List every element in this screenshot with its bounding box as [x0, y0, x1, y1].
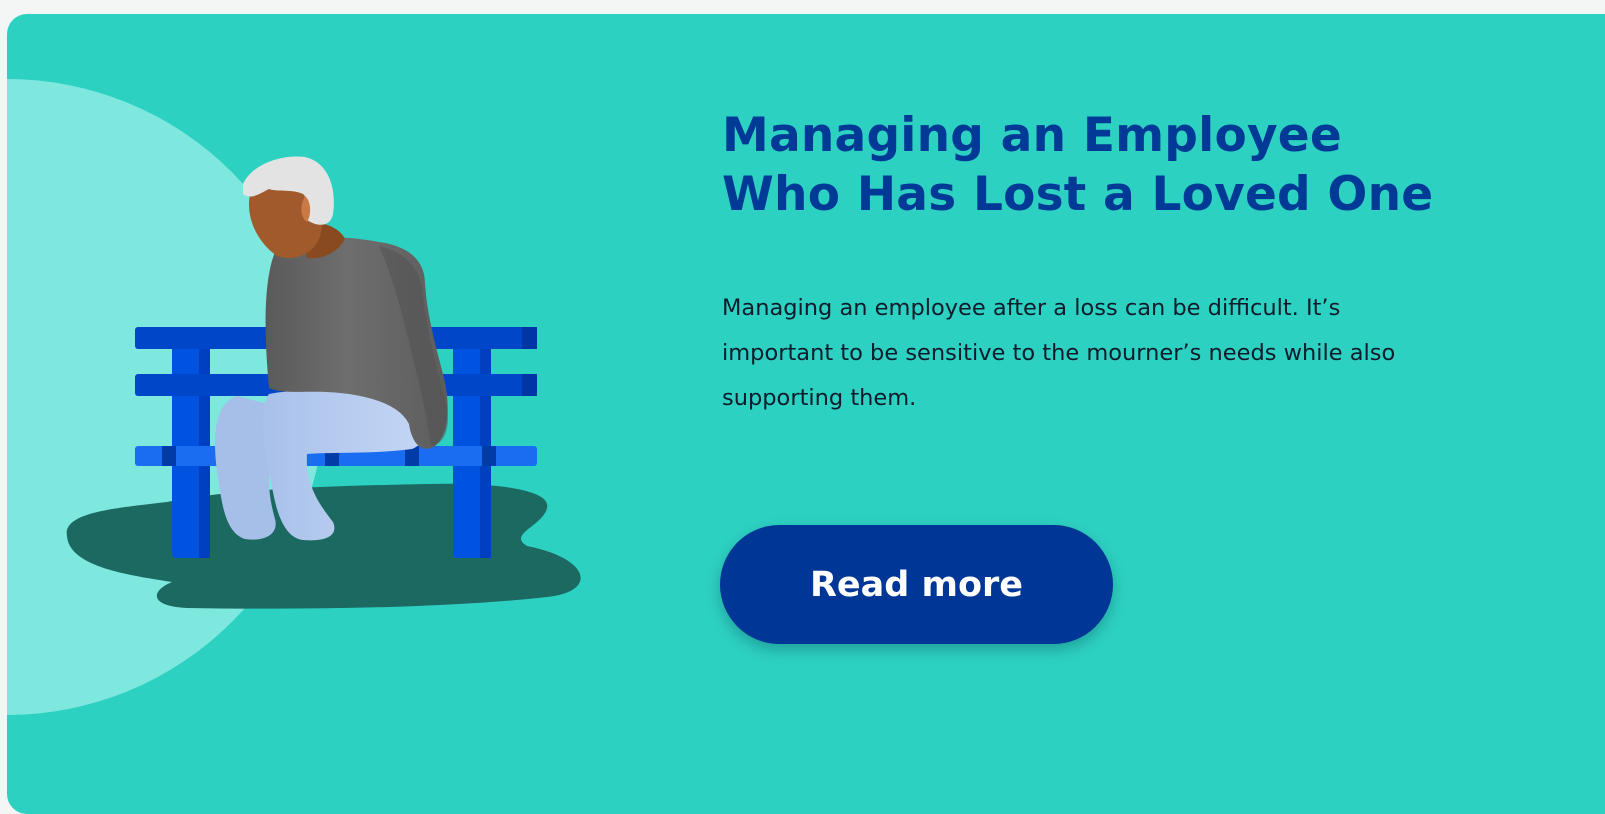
article-card: Managing an Employee Who Has Lost a Love…	[7, 14, 1605, 814]
article-title-line-1: Managing an Employee	[722, 108, 1342, 163]
article-title-line-2: Who Has Lost a Loved One	[722, 167, 1434, 222]
grieving-person-illustration	[7, 79, 581, 715]
article-description: Managing an employee after a loss can be…	[722, 295, 1396, 411]
article-content: Managing an Employee Who Has Lost a Love…	[722, 106, 1442, 421]
article-title: Managing an Employee Who Has Lost a Love…	[722, 106, 1442, 224]
read-more-button[interactable]: Read more	[720, 525, 1113, 644]
